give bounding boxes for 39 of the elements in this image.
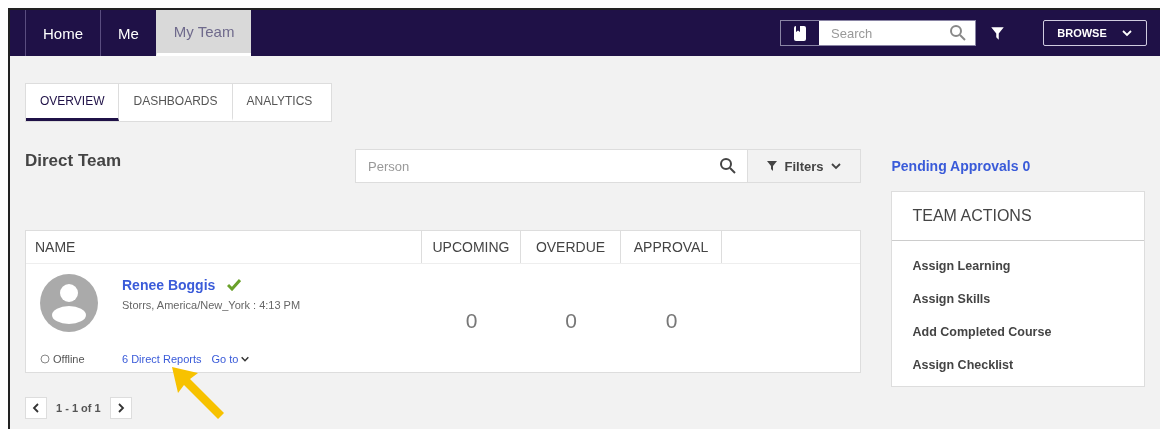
tab[interactable]: OVERVIEW: [26, 84, 120, 121]
team-action-link[interactable]: Assign Skills: [912, 292, 1124, 306]
previous-page-button[interactable]: [25, 397, 47, 419]
direct-reports-link[interactable]: 6 Direct Reports: [122, 353, 202, 365]
column-header: OVERDUE: [521, 231, 621, 263]
person-search-box[interactable]: Person: [355, 149, 748, 183]
nav-tab[interactable]: Me: [100, 10, 156, 56]
nav-tab[interactable]: Home: [25, 10, 100, 56]
chevron-right-icon: [115, 403, 126, 413]
person-location: Storrs, America/New_York : 4:13 PM: [122, 299, 302, 311]
status-text: Offline: [53, 353, 85, 365]
chevron-down-icon: [240, 354, 251, 364]
count-cell-text: 0: [464, 308, 479, 334]
chevron-down-icon: [1120, 27, 1133, 39]
go-to-link[interactable]: Go to: [211, 353, 251, 365]
browse-button[interactable]: BROWSE: [1043, 20, 1147, 46]
next-page-button[interactable]: [109, 397, 132, 419]
column-header: APPROVAL: [621, 231, 722, 263]
chevron-down-icon: [829, 160, 842, 172]
count-cell-text: 0: [664, 308, 679, 334]
panel-title: TEAM ACTIONS: [892, 192, 1144, 241]
count-cell-text: 0: [564, 308, 578, 334]
section-title: Direct Team: [25, 151, 123, 171]
filters-button[interactable]: Filters: [748, 149, 861, 183]
team-action-link[interactable]: Assign Learning: [912, 259, 1124, 273]
nav-tab[interactable]: My Team: [155, 10, 252, 56]
column-header: UPCOMING: [422, 231, 521, 263]
page-info: 1 - 1 of 1: [56, 402, 101, 414]
column-header: NAME: [26, 231, 422, 263]
filter-button[interactable]: [990, 25, 1005, 41]
search-icon: [719, 157, 737, 175]
avatar-icon: [40, 274, 98, 332]
team-action-link[interactable]: Add Completed Course: [912, 325, 1124, 339]
pending-approvals-link[interactable]: Pending Approvals 0: [891, 149, 1145, 183]
person-name-link[interactable]: Renee Boggis: [122, 277, 216, 293]
team-action-link[interactable]: Assign Checklist: [912, 358, 1124, 372]
chevron-left-icon: [31, 403, 41, 413]
filter-icon: [990, 25, 1005, 41]
filter-icon: [766, 160, 779, 172]
